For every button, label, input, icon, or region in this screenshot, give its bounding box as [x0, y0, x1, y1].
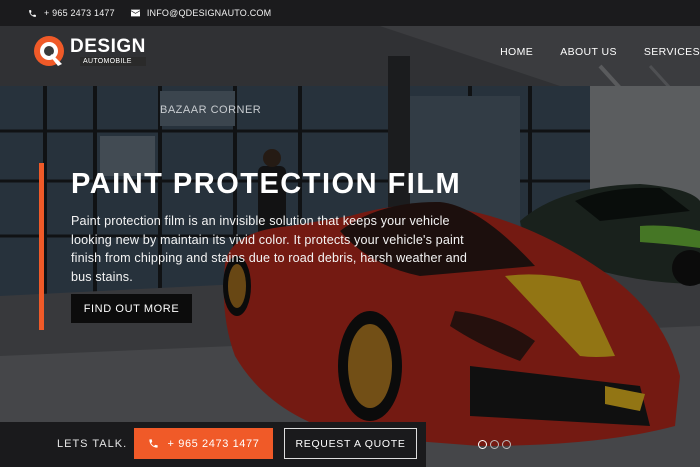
q-logo-icon [34, 36, 64, 66]
topbar-phone[interactable]: + 965 2473 1477 [28, 8, 115, 18]
envelope-icon [130, 9, 140, 17]
topbar-email-text: INFO@QDESIGNAUTO.COM [146, 8, 272, 18]
slider-dot-2[interactable] [490, 440, 499, 449]
call-button-label: + 965 2473 1477 [167, 437, 260, 450]
svg-text:BAZAAR CORNER: BAZAAR CORNER [160, 104, 261, 116]
logo-tagline: AUTOMOBILE [80, 56, 146, 66]
request-quote-button[interactable]: REQUEST A QUOTE [284, 428, 417, 459]
topbar-phone-text: + 965 2473 1477 [44, 8, 115, 18]
hero-title: PAINT PROTECTION FILM [71, 168, 462, 200]
topbar-email[interactable]: INFO@QDESIGNAUTO.COM [130, 8, 272, 18]
slider-dots [478, 440, 514, 449]
nav-services[interactable]: SERVICES [644, 46, 700, 58]
find-out-more-button[interactable]: FIND OUT MORE [71, 294, 192, 323]
call-button[interactable]: + 965 2473 1477 [134, 428, 273, 459]
accent-bar [39, 163, 44, 330]
hero-slide: BAZAAR CORNER DESIGN AUTOMOBILE HOME ABO… [0, 26, 700, 467]
phone-icon [148, 439, 158, 448]
logo-wordmark: DESIGN [70, 35, 146, 57]
main-nav: HOME ABOUT US SERVICES [500, 46, 700, 58]
phone-icon [29, 9, 36, 17]
lets-talk-label: LETS TALK. [57, 438, 128, 450]
contact-cta-bar: LETS TALK. + 965 2473 1477 REQUEST A QUO… [0, 422, 426, 467]
hero-description: Paint protection film is an invisible so… [71, 214, 468, 284]
nav-home[interactable]: HOME [500, 46, 533, 58]
bazaar-sign: BAZAAR CORNER [160, 104, 261, 116]
slider-dot-1[interactable] [478, 440, 487, 449]
nav-about-us[interactable]: ABOUT US [560, 46, 617, 58]
site-logo[interactable]: DESIGN AUTOMOBILE [32, 34, 146, 68]
slider-dot-3[interactable] [502, 440, 511, 449]
top-contact-bar: + 965 2473 1477 INFO@QDESIGNAUTO.COM [0, 0, 700, 26]
